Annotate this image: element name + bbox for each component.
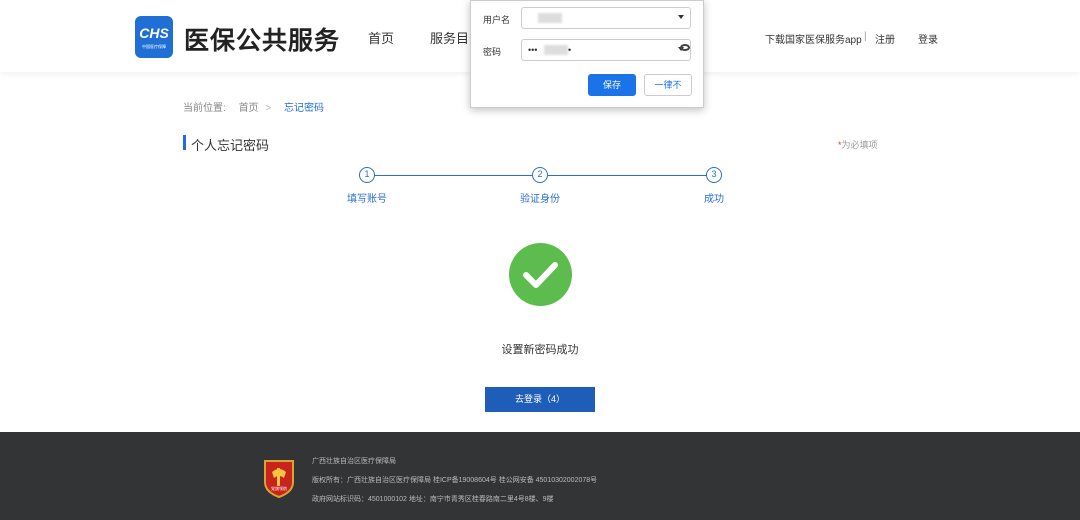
password-tail: • bbox=[568, 45, 572, 55]
username-label: 用户名 bbox=[483, 15, 511, 25]
go-to-login-button[interactable]: 去登录（4） bbox=[485, 387, 595, 412]
save-password-popup: 用户名 密码 ••• • 保存 一律不 bbox=[470, 0, 704, 108]
step-2-label: 验证身份 bbox=[520, 194, 560, 205]
username-blurred-value bbox=[538, 13, 562, 23]
breadcrumb: 当前位置: 首页 > 忘记密码 bbox=[183, 99, 334, 114]
register-link[interactable]: 注册 bbox=[875, 31, 895, 46]
password-value: ••• bbox=[528, 45, 538, 55]
chevron-down-icon bbox=[678, 15, 684, 19]
chs-logo[interactable]: CHS 中国医疗保障 bbox=[135, 16, 173, 58]
never-button[interactable]: 一律不 bbox=[644, 74, 692, 96]
login-link[interactable]: 登录 bbox=[918, 31, 938, 46]
footer-site-code-address: 政府网站标识码：4501000102 地址：南宁市青秀区桂春路南二里4号8楼、9… bbox=[312, 496, 554, 503]
party-emblem-icon: 党旗领航 bbox=[262, 458, 296, 503]
page-title: 个人忘记密码 bbox=[191, 138, 270, 153]
logo-subtext: 中国医疗保障 bbox=[142, 44, 166, 49]
success-message: 设置新密码成功 bbox=[501, 344, 579, 356]
page-footer: 党旗领航 广西壮族自治区医疗保障局 版权所有：广西壮族自治区医疗保障局 桂ICP… bbox=[0, 432, 1080, 520]
username-select[interactable] bbox=[521, 7, 691, 29]
footer-org: 广西壮族自治区医疗保障局 bbox=[312, 458, 396, 465]
breadcrumb-current: 忘记密码 bbox=[283, 103, 324, 114]
step-connector bbox=[374, 175, 532, 176]
required-note: *为必填项 bbox=[838, 138, 878, 151]
step-1-label: 填写账号 bbox=[347, 194, 387, 205]
nav-home[interactable]: 首页 bbox=[368, 28, 394, 47]
step-3-label: 成功 bbox=[704, 194, 724, 205]
download-app-link[interactable]: 下载国家医保服务app bbox=[765, 31, 862, 46]
breadcrumb-separator: > bbox=[265, 103, 272, 114]
required-text: 为必填项 bbox=[841, 140, 878, 150]
header-divider: | bbox=[864, 31, 867, 42]
step-2-circle: 2 bbox=[532, 167, 548, 183]
password-select[interactable]: ••• • bbox=[521, 39, 691, 61]
breadcrumb-prefix: 当前位置: bbox=[183, 103, 226, 114]
site-title[interactable]: 医保公共服务 bbox=[184, 21, 340, 57]
step-1-circle: 1 bbox=[359, 167, 375, 183]
footer-copyright: 版权所有：广西壮族自治区医疗保障局 桂ICP备19008604号 桂公网安备 4… bbox=[312, 477, 598, 484]
step-3-circle: 3 bbox=[706, 167, 722, 183]
password-label: 密码 bbox=[483, 47, 502, 57]
logo-text: CHS bbox=[139, 25, 169, 41]
step-connector bbox=[548, 175, 706, 176]
password-blurred-value bbox=[544, 45, 568, 55]
section-accent-bar bbox=[183, 135, 186, 150]
success-check-icon bbox=[509, 243, 572, 306]
save-button[interactable]: 保存 bbox=[588, 74, 636, 96]
emblem-text: 党旗领航 bbox=[271, 486, 287, 491]
breadcrumb-home[interactable]: 首页 bbox=[239, 103, 259, 114]
eye-icon[interactable] bbox=[680, 44, 690, 51]
